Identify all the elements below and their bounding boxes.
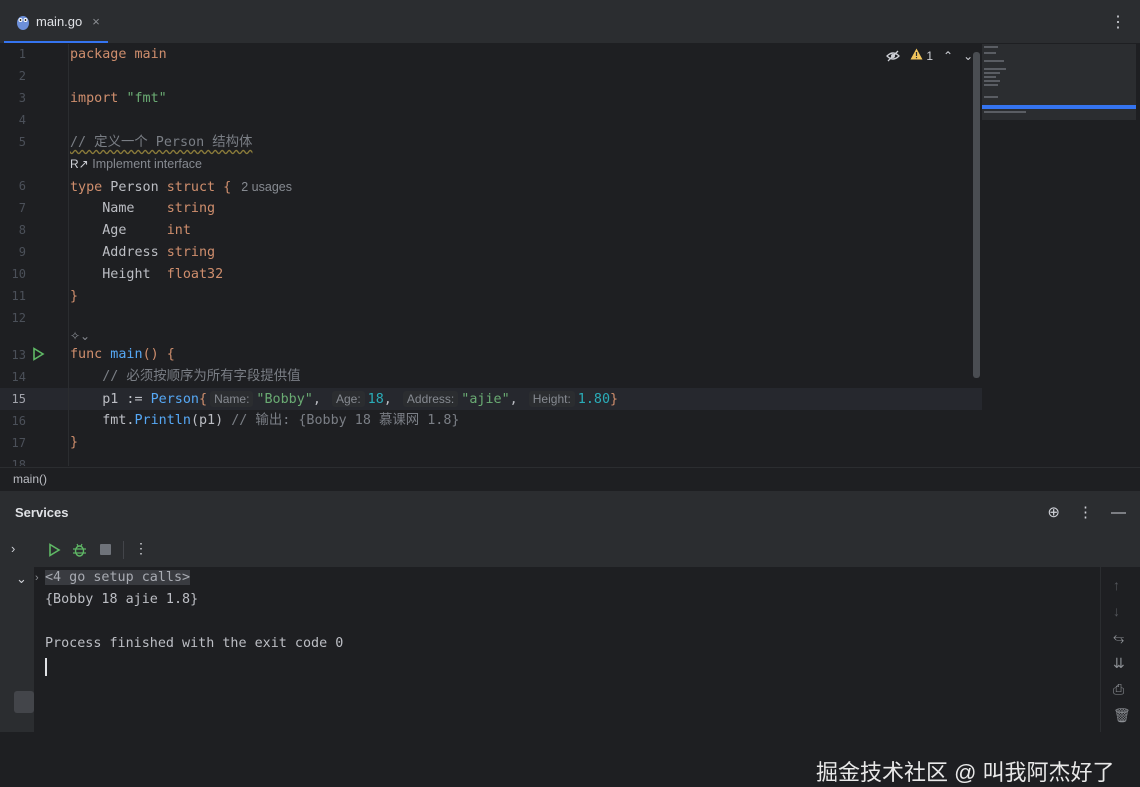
services-toolbar: ⋮ <box>34 533 1140 568</box>
chevron-right-icon[interactable]: › <box>11 541 15 556</box>
line-number: 1 <box>18 47 26 61</box>
line-number: 5 <box>18 135 26 149</box>
code-line-3: import "fmt" <box>70 91 167 106</box>
breadcrumb[interactable]: main() <box>0 467 1140 490</box>
line-number: 12 <box>11 311 26 325</box>
code-editor[interactable]: 1 2 3 4 5 6 7 8 9 10 11 12 13 14 15 16 1… <box>0 44 1140 466</box>
line-number: 18 <box>11 458 26 466</box>
more-vertical-icon[interactable]: ⋮ <box>1110 12 1126 32</box>
more-vertical-icon[interactable]: ⋮ <box>134 540 148 557</box>
editor-tab-bar: main.go × ⋮ <box>0 0 1140 44</box>
soft-wrap-icon[interactable]: ⥃ <box>1113 629 1124 646</box>
param-hint-height: Height: <box>528 391 575 407</box>
run-main-icon[interactable] <box>31 347 45 361</box>
code-line-13: func main() { <box>70 347 175 362</box>
hide-eye-icon[interactable] <box>886 50 900 62</box>
editor-scrollbar[interactable] <box>973 52 980 378</box>
console-line-output: {Bobby 18 ajie 1.8} <box>45 592 199 607</box>
tab-label: main.go <box>36 14 83 29</box>
print-icon[interactable]: ⎙ <box>1113 681 1124 698</box>
chevron-up-icon[interactable]: ⌃ <box>943 49 953 63</box>
code-line-9: Address string <box>70 245 216 260</box>
watermark-text: 掘金技术社区 @ 叫我阿杰好了 <box>816 760 1115 785</box>
code-line-5: // 定义一个 Person 结构体 <box>70 135 253 150</box>
arrow-down-icon[interactable]: ↓ <box>1113 603 1120 619</box>
line-number: 13 <box>11 348 26 362</box>
line-number: 14 <box>11 370 26 384</box>
param-hint-name: Name: <box>210 391 254 407</box>
scroll-to-end-icon[interactable]: ⇊ <box>1113 655 1125 672</box>
selected-tree-node[interactable] <box>14 691 34 713</box>
services-panel: Services ⊕ ⋮ — › ⌄ ⋮ › <4 go setup calls… <box>0 490 1140 785</box>
breadcrumb-item-main[interactable]: main() <box>13 472 47 486</box>
expand-arrow-icon[interactable]: › <box>35 572 39 584</box>
param-hint-age: Age: <box>331 391 365 407</box>
line-number: 17 <box>11 436 26 450</box>
chevron-down-icon[interactable]: ⌄ <box>16 571 27 587</box>
debug-icon[interactable] <box>72 543 87 557</box>
line-number: 2 <box>18 69 26 83</box>
usages-hint[interactable]: 2 usages <box>241 180 292 194</box>
code-line-8: Age int <box>70 223 191 238</box>
code-line-1: package main <box>70 47 167 62</box>
go-setup-calls-fold[interactable]: <4 go setup calls> <box>45 570 191 585</box>
run-icon[interactable] <box>47 543 61 557</box>
line-number: 3 <box>18 91 26 105</box>
ai-actions-lens[interactable]: ✧⌄ <box>70 329 90 343</box>
code-line-16: fmt.Println(p1) // 输出: {Bobby 18 慕课网 1.8… <box>70 413 460 428</box>
code-line-15: p1 := Person{Name: "Bobby", Age: 18, Addre… <box>70 391 619 407</box>
code-line-14: // 必须按顺序为所有字段提供值 <box>70 369 301 384</box>
chevron-down-icon[interactable]: ⌄ <box>963 49 973 63</box>
minimap[interactable] <box>982 44 1136 120</box>
line-number: 16 <box>11 414 26 428</box>
code-line-17: } <box>70 435 79 450</box>
console-line-finished: Process finished with the exit code 0 <box>45 636 344 651</box>
code-line-11: } <box>70 289 79 304</box>
line-number: 9 <box>18 245 26 259</box>
line-number: 11 <box>11 289 26 303</box>
target-icon[interactable]: ⊕ <box>1047 503 1060 521</box>
panel-actions: ⊕ ⋮ — <box>1047 503 1126 522</box>
panel-title: Services <box>15 505 69 520</box>
line-number: 7 <box>18 201 26 215</box>
toolbar-divider <box>123 541 124 559</box>
services-tree-strip: › ⌄ <box>0 533 34 732</box>
line-number: 8 <box>18 223 26 237</box>
console-caret <box>45 658 47 676</box>
tab-main-go[interactable]: main.go × <box>0 0 112 43</box>
more-vertical-icon[interactable]: ⋮ <box>1078 503 1093 521</box>
code-line-10: Height float32 <box>70 267 224 282</box>
go-file-icon <box>17 15 29 30</box>
line-number: 6 <box>18 179 26 193</box>
line-gutter: 1 2 3 4 5 6 7 8 9 10 11 12 13 14 15 16 1… <box>0 44 69 466</box>
close-tab-icon[interactable]: × <box>92 14 100 29</box>
console-output[interactable]: › <4 go setup calls> {Bobby 18 ajie 1.8}… <box>34 567 1115 785</box>
implement-interface-lens[interactable]: R↗ Implement interface <box>70 157 202 171</box>
warning-icon <box>910 48 923 60</box>
line-number: 4 <box>18 113 26 127</box>
trash-icon[interactable]: 🗑 <box>1113 707 1131 724</box>
minimize-icon[interactable]: — <box>1111 504 1126 521</box>
arrow-up-icon[interactable]: ↑ <box>1113 577 1120 593</box>
line-number-current: 15 <box>11 392 26 406</box>
param-hint-address: Address: <box>402 391 459 407</box>
console-side-toolbar: ↑ ↓ ⥃ ⇊ ⎙ 🗑 <box>1100 567 1140 732</box>
code-line-7: Name string <box>70 201 216 216</box>
code-line-6: type Person struct {2 usages <box>70 180 292 195</box>
stop-icon[interactable] <box>100 544 111 555</box>
inspection-widget[interactable]: 1 ⌃ ⌄ <box>886 48 973 63</box>
line-number: 10 <box>11 267 26 281</box>
active-tab-indicator <box>4 41 108 43</box>
warning-indicator[interactable]: 1 <box>910 48 933 63</box>
